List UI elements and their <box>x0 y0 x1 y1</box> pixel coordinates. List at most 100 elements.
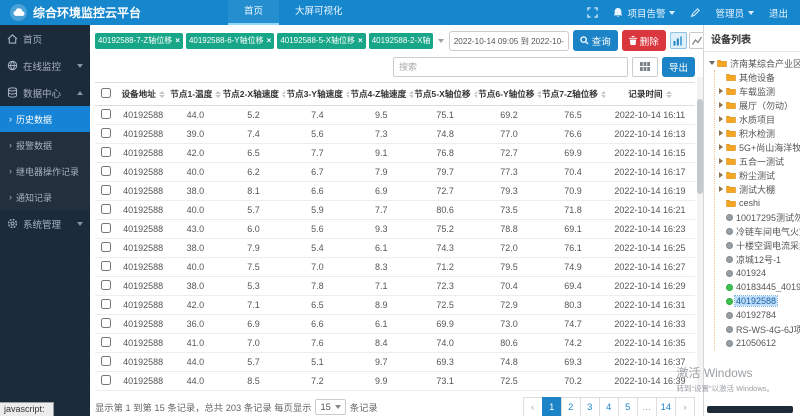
prev-page-button[interactable]: ‹ <box>522 397 543 416</box>
columns-button[interactable] <box>631 56 658 77</box>
table-row[interactable]: 40192588 39.0 7.4 5.6 7.3 74.8 77.0 76.6 2022-10… <box>95 124 695 144</box>
table-row[interactable]: 40192588 40.0 7.5 7.0 8.3 71.2 79.5 74.9 2022-10… <box>95 257 695 277</box>
ellipsis-page-button[interactable]: … <box>636 397 657 416</box>
column-header[interactable]: 记录时间 <box>604 82 695 106</box>
tree-node[interactable]: 积水检测 <box>717 126 800 140</box>
tab-bigscreen[interactable]: 大屏可视化 <box>279 0 359 25</box>
sort-icon[interactable] <box>473 91 478 99</box>
row-checkbox[interactable] <box>101 356 111 366</box>
sort-icon[interactable] <box>665 91 672 99</box>
column-header[interactable]: 节点1-温度 <box>169 82 222 106</box>
table-row[interactable]: 40192588 44.0 5.7 5.1 9.7 69.3 74.8 69.3 2022-10… <box>95 352 695 372</box>
filter-tag[interactable]: 40192588-7-Z轴位移 × <box>95 32 183 49</box>
filter-tag[interactable]: 40192588-5-X轴位移 × <box>277 32 366 49</box>
tree-node[interactable]: 401924 <box>717 266 800 280</box>
sidebar-subitem[interactable]: › 历史数据 <box>0 106 90 132</box>
row-checkbox[interactable] <box>101 261 111 271</box>
remove-tag-icon[interactable]: × <box>175 36 180 45</box>
table-row[interactable]: 40192588 42.0 7.1 6.5 8.9 72.5 72.9 80.3 2022-10… <box>95 295 695 315</box>
tree-node[interactable]: 冷链车间电气火灾报警器 <box>717 224 800 238</box>
table-row[interactable]: 40192588 44.0 8.5 7.2 9.9 73.1 72.5 70.2 2022-10… <box>95 371 695 391</box>
table-row[interactable]: 40192588 41.0 7.0 7.6 8.4 74.0 80.6 74.2 2022-10… <box>95 333 695 353</box>
search-input[interactable] <box>392 56 628 77</box>
filter-tag[interactable]: 40192588-6-Y轴位移 × <box>185 32 275 49</box>
tree-node[interactable]: ceshi <box>717 196 800 210</box>
tree-node[interactable]: 展厅（勿动） <box>717 98 800 112</box>
page-button[interactable]: 4 <box>598 397 619 416</box>
row-checkbox[interactable] <box>101 223 111 233</box>
page-button[interactable]: 2 <box>560 397 581 416</box>
row-checkbox[interactable] <box>101 242 111 252</box>
page-button[interactable]: 5 <box>617 397 638 416</box>
sort-icon[interactable] <box>281 91 286 99</box>
line-view-toggle[interactable] <box>688 32 703 49</box>
table-row[interactable]: 40192588 44.0 5.2 7.4 9.5 75.1 69.2 76.5 2022-10… <box>95 105 695 125</box>
tree-node[interactable]: 21050612 <box>717 336 800 350</box>
delete-button[interactable]: 删除 <box>621 30 666 51</box>
chevron-down-icon[interactable] <box>437 38 444 43</box>
tree-node[interactable]: 10017295测试勿动 <box>717 210 800 224</box>
remove-tag-icon[interactable]: × <box>358 36 363 45</box>
expand-caret-icon[interactable] <box>708 61 715 65</box>
sidebar-item-online-monitor[interactable]: 在线监控 <box>0 52 90 79</box>
logout-button[interactable]: 退出 <box>769 6 788 20</box>
column-header[interactable]: 节点7-Z轴位移 <box>541 82 605 106</box>
tree-node[interactable]: 车载监测 <box>717 84 800 98</box>
sort-icon[interactable] <box>537 91 542 99</box>
select-all-checkbox[interactable] <box>101 88 111 98</box>
pen-icon[interactable] <box>690 7 701 18</box>
tree-node[interactable]: 凉城12号-1 <box>717 252 800 266</box>
sort-icon[interactable] <box>158 91 165 99</box>
horizontal-scrollbar[interactable] <box>707 406 793 413</box>
tree-node[interactable]: 40192784 <box>717 308 800 322</box>
row-checkbox[interactable] <box>101 318 111 328</box>
column-header[interactable]: 设备地址 <box>117 82 170 106</box>
page-size-select[interactable]: 15 <box>315 399 346 415</box>
expand-caret-icon[interactable] <box>717 88 724 94</box>
tree-node[interactable]: 济南某综合产业区 <box>708 56 800 70</box>
user-menu[interactable]: 管理员 <box>715 6 754 20</box>
chart-view-toggle[interactable] <box>669 32 687 49</box>
table-row[interactable]: 40192588 38.0 8.1 6.6 6.9 72.7 79.3 70.9 2022-10… <box>95 181 695 201</box>
row-checkbox[interactable] <box>101 147 111 157</box>
alarm-menu[interactable]: 项目告警 <box>613 6 676 20</box>
expand-caret-icon[interactable] <box>717 172 724 178</box>
table-row[interactable]: 40192588 38.0 7.9 5.4 6.1 74.3 72.0 76.1 2022-10… <box>95 238 695 258</box>
sidebar-subitem[interactable]: › 继电器操作记录 <box>0 158 90 184</box>
sort-icon[interactable] <box>600 91 605 99</box>
sidebar-item-home[interactable]: 首页 <box>0 25 90 52</box>
row-checkbox[interactable] <box>101 204 111 214</box>
table-row[interactable]: 40192588 40.0 5.7 5.9 7.7 80.6 73.5 71.8 2022-10… <box>95 200 695 220</box>
page-button[interactable]: 14 <box>655 397 676 416</box>
tree-node[interactable]: 测试大棚 <box>717 182 800 196</box>
row-checkbox[interactable] <box>101 166 111 176</box>
date-range-input[interactable] <box>448 30 569 51</box>
sidebar-subitem[interactable]: › 通知记录 <box>0 184 90 210</box>
table-row[interactable]: 40192588 42.0 6.5 7.7 9.1 76.8 72.7 69.9 2022-10… <box>95 143 695 163</box>
table-row[interactable]: 40192588 36.0 6.9 6.6 6.1 69.9 73.0 74.7 2022-10… <box>95 314 695 334</box>
query-button[interactable]: 查询 <box>572 30 618 51</box>
row-checkbox[interactable] <box>101 280 111 290</box>
expand-caret-icon[interactable] <box>717 144 724 150</box>
sidebar-item-system[interactable]: 系统管理 <box>0 210 90 237</box>
tree-node[interactable]: RS-WS-4G-6J项目 <box>717 322 800 336</box>
sort-icon[interactable] <box>215 91 222 99</box>
expand-caret-icon[interactable] <box>717 158 724 164</box>
next-page-button[interactable]: › <box>675 397 695 416</box>
column-header[interactable]: 节点5-X轴位移 <box>413 82 478 106</box>
column-header[interactable]: 节点6-Y轴位移 <box>477 82 542 106</box>
row-checkbox[interactable] <box>101 299 111 309</box>
expand-caret-icon[interactable] <box>717 130 724 136</box>
table-row[interactable]: 40192588 38.0 5.3 7.8 7.1 72.3 70.4 69.4 2022-10… <box>95 276 695 296</box>
fullscreen-icon[interactable] <box>587 7 599 18</box>
monitor-point-multiselect[interactable]: 40192588-7-Z轴位移 × 40192588-6-Y轴位移 × 40192588… <box>95 32 433 49</box>
tree-node[interactable]: 十楼空调电流采集(请勿更 <box>717 238 800 252</box>
tree-node[interactable]: 水质项目 <box>717 112 800 126</box>
row-checkbox[interactable] <box>101 109 111 119</box>
export-button[interactable]: 导出 <box>661 56 695 77</box>
expand-caret-icon[interactable] <box>717 116 724 122</box>
column-header[interactable]: 节点4-Z轴速度 <box>349 82 414 106</box>
sort-icon[interactable] <box>409 91 414 99</box>
row-checkbox[interactable] <box>101 128 111 138</box>
column-header[interactable]: 节点3-Y轴速度 <box>285 82 350 106</box>
